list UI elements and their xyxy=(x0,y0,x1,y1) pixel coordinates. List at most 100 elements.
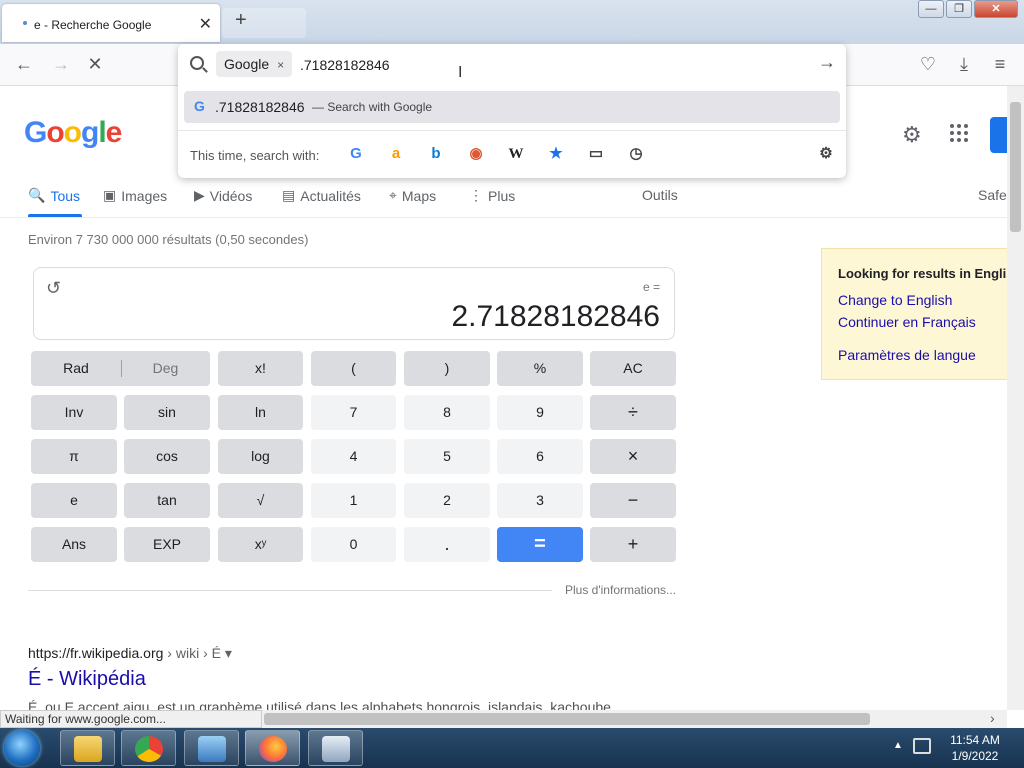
google-logo[interactable]: Google xyxy=(24,116,123,150)
taskbar-firefox[interactable] xyxy=(245,730,300,766)
result-breadcrumb: › wiki › É xyxy=(163,645,221,661)
go-arrow-icon[interactable]: → xyxy=(818,52,836,73)
taskbar-task-manager[interactable] xyxy=(308,730,363,766)
calc-key-sin[interactable]: sin xyxy=(124,395,210,430)
calc-key-exp[interactable]: EXP xyxy=(124,527,210,562)
change-to-english-link[interactable]: Change to English xyxy=(838,292,952,308)
browser-tab[interactable]: e - Recherche Google ✕ xyxy=(2,4,220,42)
wikipedia-engine-icon[interactable]: W xyxy=(506,144,526,164)
apps-grid-icon[interactable] xyxy=(950,124,968,142)
close-window-button[interactable]: ✕ xyxy=(974,0,1018,18)
calc-key-tan[interactable]: tan xyxy=(124,483,210,518)
calc-key-inv[interactable]: Inv xyxy=(31,395,117,430)
calc-key-decimal[interactable]: . xyxy=(404,527,490,562)
calc-key-close-paren[interactable]: ) xyxy=(404,351,490,386)
horizontal-scrollbar[interactable] xyxy=(262,710,1007,728)
duckduckgo-engine-icon[interactable]: ◉ xyxy=(466,144,486,164)
calc-key-plus[interactable]: + xyxy=(590,527,676,562)
calc-key-power[interactable]: xʸ xyxy=(218,527,303,562)
calc-key-6[interactable]: 6 xyxy=(497,439,583,474)
calc-key-3[interactable]: 3 xyxy=(497,483,583,518)
taskbar-explorer[interactable] xyxy=(60,730,115,766)
restore-button[interactable]: ❐ xyxy=(946,0,972,18)
search-suggestion[interactable]: G .71828182846 — Search with Google xyxy=(184,91,840,123)
continue-french-link[interactable]: Continuer en Français xyxy=(838,314,976,330)
new-tab-button[interactable]: + xyxy=(235,9,247,32)
system-clock[interactable]: 11:54 AM 1/9/2022 xyxy=(940,732,1010,764)
search-settings-gear-icon[interactable]: ⚙ xyxy=(816,144,836,164)
tab-close-icon[interactable]: ✕ xyxy=(199,14,212,34)
calc-key-1[interactable]: 1 xyxy=(311,483,396,518)
scrollbar-thumb[interactable] xyxy=(1010,102,1021,232)
address-input[interactable]: .71828182846 xyxy=(300,57,390,73)
history-clock-icon[interactable]: ◷ xyxy=(626,144,646,164)
calc-key-4[interactable]: 4 xyxy=(311,439,396,474)
start-button[interactable] xyxy=(4,730,40,766)
tab-maps[interactable]: ⌖ Maps xyxy=(389,187,436,204)
text-cursor-icon: I xyxy=(458,64,463,81)
amazon-engine-icon[interactable]: a xyxy=(386,144,406,164)
network-icon[interactable] xyxy=(913,738,931,754)
scrollbar-thumb[interactable] xyxy=(264,713,870,725)
safesearch-link[interactable]: Safe xyxy=(978,187,1007,203)
forward-icon[interactable]: → xyxy=(50,54,72,75)
bing-engine-icon[interactable]: b xyxy=(426,144,446,164)
bookmarks-star-icon[interactable]: ★ xyxy=(546,144,566,164)
calc-key-log[interactable]: log xyxy=(218,439,303,474)
calc-key-5[interactable]: 5 xyxy=(404,439,490,474)
show-hidden-icons-icon[interactable]: ▲ xyxy=(893,740,903,751)
tab-more[interactable]: ⋮ Plus xyxy=(469,187,515,204)
tools-button[interactable]: Outils xyxy=(642,187,678,203)
result-cite[interactable]: https://fr.wikipedia.org › wiki › É ▾ xyxy=(28,645,232,662)
calc-key-factorial[interactable]: x! xyxy=(218,351,303,386)
taskbar-chrome[interactable] xyxy=(121,730,176,766)
deg-button[interactable]: Deg xyxy=(121,351,210,386)
calc-key-percent[interactable]: % xyxy=(497,351,583,386)
calc-key-2[interactable]: 2 xyxy=(404,483,490,518)
calc-key-clear[interactable]: AC xyxy=(590,351,676,386)
tab-images[interactable]: ▣ Images xyxy=(103,187,167,204)
rad-button[interactable]: Rad xyxy=(31,351,121,386)
calc-key-ans[interactable]: Ans xyxy=(31,527,117,562)
more-info-link[interactable]: Plus d'informations... xyxy=(565,583,676,597)
history-icon[interactable]: ↺ xyxy=(46,278,61,299)
calc-key-sqrt[interactable]: √ xyxy=(218,483,303,518)
google-engine-icon[interactable]: G xyxy=(346,144,366,164)
result-menu-icon[interactable]: ▾ xyxy=(225,645,232,661)
stop-loading-icon[interactable]: ✕ xyxy=(84,54,106,75)
tab-news[interactable]: ▤ Actualités xyxy=(282,187,361,204)
calc-key-minus[interactable]: − xyxy=(590,483,676,518)
more-vert-icon: ⋮ xyxy=(469,187,483,203)
tabs-icon[interactable]: ▭ xyxy=(586,144,606,164)
scroll-right-arrow-icon[interactable]: › xyxy=(990,710,995,726)
calc-key-open-paren[interactable]: ( xyxy=(311,351,396,386)
vertical-scrollbar[interactable] xyxy=(1007,86,1024,710)
chip-close-icon[interactable]: × xyxy=(277,58,284,72)
tab-all[interactable]: 🔍 Tous xyxy=(28,187,80,204)
calc-key-7[interactable]: 7 xyxy=(311,395,396,430)
calc-key-multiply[interactable]: × xyxy=(590,439,676,474)
tab-strip: e - Recherche Google ✕ + — ❐ ✕ xyxy=(0,0,1024,44)
calc-key-0[interactable]: 0 xyxy=(311,527,396,562)
calc-key-ln[interactable]: ln xyxy=(218,395,303,430)
tab-videos[interactable]: ▶ Vidéos xyxy=(194,187,252,204)
minimize-button[interactable]: — xyxy=(918,0,944,18)
calc-key-pi[interactable]: π xyxy=(31,439,117,474)
calc-key-9[interactable]: 9 xyxy=(497,395,583,430)
back-icon[interactable]: ← xyxy=(13,54,35,75)
calc-key-8[interactable]: 8 xyxy=(404,395,490,430)
taskbar-control-panel[interactable] xyxy=(184,730,239,766)
download-icon[interactable]: ⤓ xyxy=(953,54,975,75)
language-settings-link[interactable]: Paramètres de langue xyxy=(838,347,976,363)
search-engine-chip[interactable]: Google × xyxy=(216,51,293,77)
result-title-link[interactable]: É - Wikipédia xyxy=(28,668,146,691)
image-icon: ▣ xyxy=(103,187,117,203)
calc-key-divide[interactable]: ÷ xyxy=(590,395,676,430)
settings-gear-icon[interactable]: ⚙ xyxy=(902,122,922,148)
calc-key-cos[interactable]: cos xyxy=(124,439,210,474)
pocket-icon[interactable]: ♡ xyxy=(917,54,939,75)
calc-key-e[interactable]: e xyxy=(31,483,117,518)
calc-key-equals[interactable]: = xyxy=(497,527,583,562)
menu-icon[interactable]: ≡ xyxy=(989,54,1011,75)
logo-letter: e xyxy=(105,116,123,149)
